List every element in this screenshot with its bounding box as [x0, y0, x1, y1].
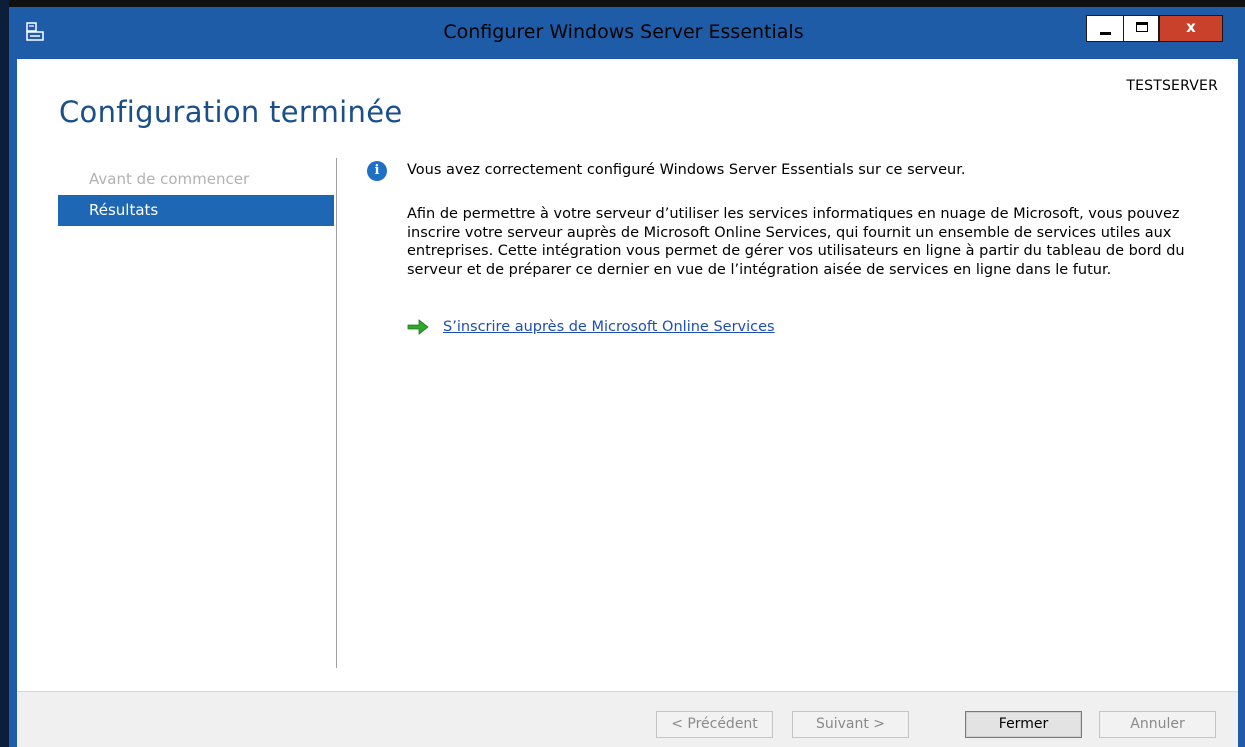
- info-message: i Vous avez correctement configuré Windo…: [367, 160, 1217, 184]
- info-text: Vous avez correctement configuré Windows…: [407, 162, 966, 178]
- description-paragraph: Afin de permettre à votre serveur d’util…: [407, 206, 1185, 278]
- maximize-button[interactable]: [1123, 15, 1159, 42]
- close-icon: x: [1186, 18, 1196, 36]
- cancel-button[interactable]: Annuler: [1099, 711, 1216, 738]
- close-button[interactable]: Fermer: [965, 711, 1082, 738]
- window-title: Configurer Windows Server Essentials: [443, 21, 804, 43]
- online-services-link[interactable]: S’inscrire auprès de Microsoft Online Se…: [443, 319, 775, 335]
- minimize-button[interactable]: [1086, 15, 1123, 42]
- page-title: Configuration terminée: [59, 95, 403, 129]
- main-panel: i Vous avez correctement configuré Windo…: [367, 160, 1217, 335]
- wizard-footer: < Précédent Suivant > Fermer Annuler: [17, 691, 1238, 747]
- window-border-left: [9, 7, 17, 747]
- minimize-icon: [1100, 32, 1111, 35]
- window-frame-left: [0, 0, 9, 747]
- next-button[interactable]: Suivant >: [792, 711, 909, 738]
- wizard-nav: Avant de commencer Résultats: [58, 164, 334, 226]
- title-bar[interactable]: Configurer Windows Server Essentials x: [9, 7, 1238, 59]
- green-arrow-icon: [407, 319, 429, 335]
- window-border-right: [1238, 7, 1245, 747]
- maximize-icon: [1136, 22, 1148, 32]
- previous-button[interactable]: < Précédent: [656, 711, 773, 738]
- nav-divider: [336, 158, 337, 668]
- nav-item-avant-de-commencer[interactable]: Avant de commencer: [58, 164, 334, 195]
- close-window-button[interactable]: x: [1159, 15, 1223, 42]
- wizard-content: TESTSERVER Configuration terminée Avant …: [17, 59, 1238, 747]
- nav-item-resultats[interactable]: Résultats: [58, 195, 334, 226]
- info-icon: i: [367, 161, 387, 181]
- server-name: TESTSERVER: [1126, 78, 1218, 94]
- window-frame-top: [0, 0, 1245, 7]
